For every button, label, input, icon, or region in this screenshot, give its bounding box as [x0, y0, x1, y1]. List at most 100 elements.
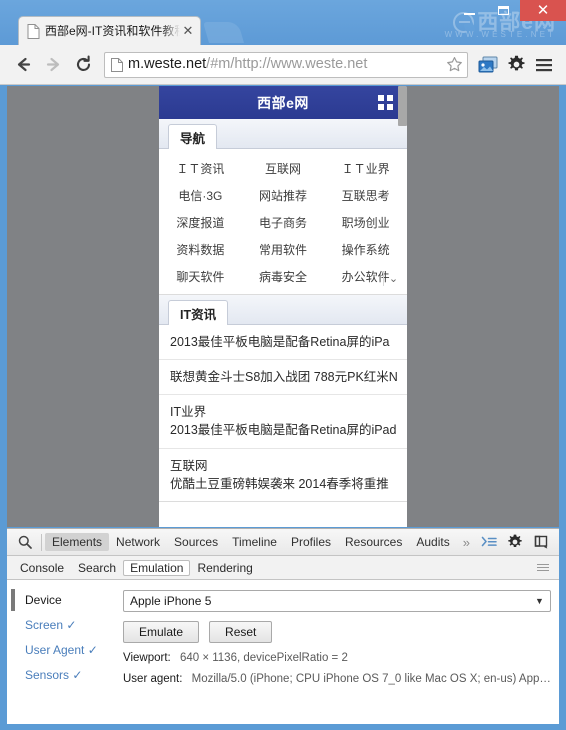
news-item[interactable]: 互联网 优酷土豆重磅韩娱袭来 2014春季将重推 — [159, 447, 407, 501]
nav-row: 电信·3G 网站推荐 互联思考 — [159, 182, 407, 209]
gear-icon — [507, 55, 525, 71]
drawer-tab-search[interactable]: Search — [71, 560, 123, 576]
news-card: IT资讯 2013最佳平板电脑是配备Retina屏的iPa 联想黄金斗士S8加入… — [159, 295, 407, 502]
drawer-tab-emulation[interactable]: Emulation — [123, 559, 191, 576]
nav-item[interactable]: 常用软件 — [242, 241, 325, 258]
news-item[interactable]: IT业界 2013最佳平板电脑是配备Retina屏的iPad — [159, 394, 407, 447]
nav-row: ＩＴ资讯 互联网 ＩＴ业界 — [159, 155, 407, 182]
minimize-icon — [463, 12, 475, 15]
browser-window: 西部e网 WWW.WESTE.NET ✕ 西部e网-IT资讯和软件教程 ✕ m.… — [0, 0, 566, 730]
drawer-menu-icon[interactable] — [537, 564, 553, 571]
devtools-tab-sources[interactable]: Sources — [167, 533, 225, 551]
tab-it-news[interactable]: IT资讯 — [168, 300, 229, 325]
emulation-section-device[interactable]: Device — [15, 588, 119, 613]
emulate-button[interactable]: Emulate — [123, 621, 200, 643]
section-check-icon: ✓ — [72, 668, 83, 682]
site-header: 西部e网 — [159, 86, 407, 119]
chevron-down-icon: ▼ — [534, 596, 544, 606]
devtools-panel: Elements Network Sources Timeline Profil… — [7, 528, 559, 724]
dock-side-button[interactable] — [528, 529, 554, 555]
back-button[interactable] — [8, 50, 38, 80]
drawer-tab-console[interactable]: Console — [13, 560, 71, 576]
section-check-icon: ✓ — [87, 643, 98, 657]
useragent-label: User agent: — [123, 673, 183, 685]
news-headline: 2013最佳平板电脑是配备Retina屏的iPa — [170, 335, 390, 349]
emulation-section-sensors[interactable]: Sensors ✓ — [15, 663, 119, 688]
apps-button[interactable] — [474, 50, 502, 80]
settings-button[interactable] — [502, 50, 530, 80]
devtools-tab-elements[interactable]: Elements — [45, 533, 110, 551]
devtools-tab-network[interactable]: Network — [109, 533, 167, 551]
toolbar-divider — [41, 533, 42, 551]
devtools-search-button[interactable] — [11, 529, 38, 555]
console-drawer-toggle-button[interactable] — [476, 529, 502, 555]
forward-arrow-icon — [46, 57, 59, 72]
browser-menu-button[interactable] — [530, 50, 558, 80]
tab-navigation[interactable]: 导航 — [168, 124, 218, 149]
viewport-label: Viewport: — [123, 652, 171, 664]
nav-item[interactable]: 互联网 — [242, 160, 325, 177]
useragent-value: Mozilla/5.0 (iPhone; CPU iPhone OS 7_0 l… — [191, 673, 551, 685]
back-arrow-icon — [17, 57, 30, 72]
devtools-tab-resources[interactable]: Resources — [338, 533, 409, 551]
devtools-tab-timeline[interactable]: Timeline — [225, 533, 284, 551]
reload-button[interactable] — [68, 50, 98, 80]
title-bar: 西部e网 WWW.WESTE.NET ✕ 西部e网-IT资讯和软件教程 ✕ — [0, 0, 566, 45]
emulation-section-user-agent[interactable]: User Agent ✓ — [15, 638, 119, 663]
nav-item[interactable]: 电信·3G — [159, 187, 242, 204]
reset-button[interactable]: Reset — [209, 621, 273, 643]
nav-grid: ＩＴ资讯 互联网 ＩＴ业界 电信·3G 网站推荐 互联思考 深度报道 电子商务 … — [159, 149, 407, 294]
nav-card: 导航 ＩＴ资讯 互联网 ＩＴ业界 电信·3G 网站推荐 互联思考 深度报道 电子… — [159, 119, 407, 295]
news-headline: 2013最佳平板电脑是配备Retina屏的iPad — [170, 423, 397, 438]
window-bottom-edge — [0, 724, 566, 730]
device-select-value: Apple iPhone 5 — [130, 594, 212, 608]
page-viewport: 西部e网 导航 ＩＴ资讯 互联网 ＩＴ业界 电信·3G 网站推荐 互联思考 深度… — [7, 86, 559, 527]
news-headline: 联想黄金斗士S8加入战团 788元PK红米N — [170, 370, 398, 385]
nav-item[interactable]: 深度报道 — [159, 214, 242, 231]
nav-item[interactable]: 操作系统 — [324, 241, 407, 258]
bookmark-star-icon[interactable] — [446, 56, 463, 73]
maximize-icon — [497, 6, 509, 15]
section-label: Device — [25, 593, 62, 607]
browser-tab[interactable]: 西部e网-IT资讯和软件教程 ✕ — [18, 16, 201, 45]
devtools-tab-profiles[interactable]: Profiles — [284, 533, 338, 551]
news-category: IT业界 — [170, 405, 207, 420]
news-headline: 优酷土豆重磅韩娱袭来 2014春季将重推 — [170, 476, 389, 491]
nav-item[interactable]: 职场创业 — [324, 214, 407, 231]
drawer-tab-rendering[interactable]: Rendering — [190, 560, 259, 576]
nav-item[interactable]: 资料数据 — [159, 241, 242, 258]
news-card-tabs: IT资讯 — [159, 295, 407, 325]
news-category: 互联网 — [170, 458, 208, 473]
new-tab-button[interactable] — [202, 22, 245, 43]
nav-item[interactable]: 网站推荐 — [242, 187, 325, 204]
grid-menu-icon[interactable] — [378, 95, 393, 110]
devtools-close-button[interactable]: ✕ — [554, 529, 559, 555]
devtools-more-tabs-button[interactable]: » — [457, 535, 476, 550]
nav-item[interactable]: 病毒安全 — [242, 268, 325, 285]
nav-item[interactable]: 互联思考 — [324, 187, 407, 204]
news-item[interactable]: 联想黄金斗士S8加入战团 788元PK红米N — [159, 359, 407, 394]
address-bar[interactable]: m.weste.net/#m/http://www.weste.net — [104, 51, 468, 78]
viewport-value: 640 × 1136, devicePixelRatio = 2 — [179, 652, 348, 664]
tab-close-button[interactable]: ✕ — [180, 23, 196, 39]
emulation-section-screen[interactable]: Screen ✓ — [15, 613, 119, 638]
active-section-marker — [11, 589, 15, 611]
site-title: 西部e网 — [257, 94, 309, 111]
useragent-info: User agent: Mozilla/5.0 (iPhone; CPU iPh… — [123, 673, 551, 685]
nav-item[interactable]: ＩＴ业界 — [324, 160, 407, 177]
forward-button[interactable] — [38, 50, 68, 80]
device-select[interactable]: Apple iPhone 5 ▼ — [123, 590, 551, 612]
tab-title: 西部e网-IT资讯和软件教程 — [45, 25, 180, 37]
emulation-sidebar: Device Screen ✓ User Agent ✓ Sensors ✓ — [7, 580, 119, 724]
page-info-icon — [111, 57, 123, 72]
news-item[interactable]: 2013最佳平板电脑是配备Retina屏的iPa — [159, 325, 407, 359]
page-scrollbar-thumb[interactable] — [398, 86, 407, 126]
devtools-settings-button[interactable] — [502, 529, 528, 555]
emulation-buttons: Emulate Reset — [123, 621, 551, 643]
nav-item[interactable]: ＩＴ资讯 — [159, 160, 242, 177]
nav-item[interactable]: 聊天软件 — [159, 268, 242, 285]
page-scrollbar[interactable] — [398, 86, 407, 527]
nav-item[interactable]: 电子商务 — [242, 214, 325, 231]
devtools-tab-audits[interactable]: Audits — [409, 533, 456, 551]
emulation-content: Apple iPhone 5 ▼ Emulate Reset Viewport:… — [119, 580, 559, 724]
